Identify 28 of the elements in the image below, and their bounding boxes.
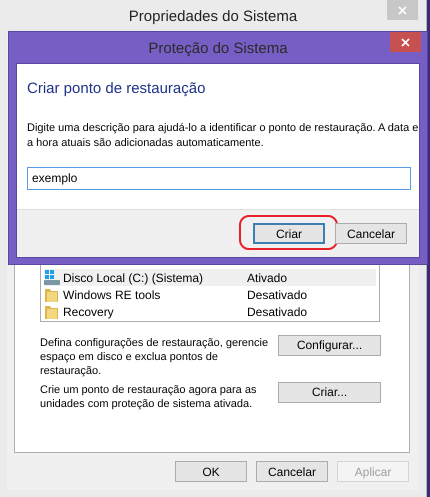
folder-icon: [44, 304, 60, 320]
dialog-title: Proteção do Sistema: [148, 39, 288, 59]
close-button[interactable]: [390, 32, 421, 52]
close-icon: [401, 38, 410, 46]
protection-status: Desativado: [247, 304, 308, 320]
action-description: Crie um ponto de restauração agora para as unidades com proteção de sistema ativada.: [40, 383, 258, 411]
description-field[interactable]: exemplo: [27, 166, 411, 190]
dialog-heading: Criar ponto de restauração: [27, 79, 206, 99]
drive-icon: [44, 270, 60, 286]
dialog-button[interactable]: Cancelar: [335, 223, 407, 244]
window-title: Propriedades do Sistema: [128, 7, 298, 27]
dialog-button[interactable]: Cancelar: [256, 461, 328, 482]
action-description: Defina configurações de restauração, gerencie espaço em disco e exclua pontos de restauração.: [40, 336, 270, 378]
drive-name: Windows RE tools: [63, 286, 162, 304]
dialog-description: Digite uma descrição para ajudá-lo a identificar o ponto de restauração. A data e a hora atuais são adicionadas automaticamente.: [27, 120, 420, 150]
action-button[interactable]: Criar...: [278, 382, 381, 402]
dialog-button[interactable]: Criar: [253, 222, 325, 244]
drive-name: Disco Local (C:) (Sistema): [63, 270, 204, 286]
drive-row[interactable]: Recovery Desativado: [44, 303, 376, 320]
protection-status: Ativado: [247, 270, 288, 286]
dialog-button[interactable]: OK: [175, 461, 247, 482]
drive-name: Recovery: [63, 304, 115, 320]
protection-status: Desativado: [247, 286, 308, 304]
drive-row[interactable]: Disco Local (C:) (Sistema) Ativado: [44, 269, 376, 286]
close-icon: [398, 6, 407, 14]
action-button[interactable]: Configurar...: [278, 334, 381, 356]
folder-icon: [44, 286, 60, 302]
drive-row[interactable]: Windows RE tools Desativado: [44, 286, 376, 303]
